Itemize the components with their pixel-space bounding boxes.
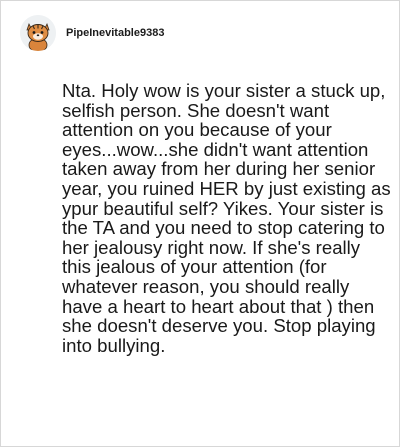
comment-card: PipeInevitable9383 Nta. Holy wow is your… (0, 0, 400, 447)
comment-header: PipeInevitable9383 (20, 15, 164, 51)
snoo-tiger-avatar-icon[interactable] (20, 15, 56, 51)
comment-body: Nta. Holy wow is your sister a stuck up,… (62, 80, 391, 356)
comment-author[interactable]: PipeInevitable9383 (66, 27, 164, 39)
